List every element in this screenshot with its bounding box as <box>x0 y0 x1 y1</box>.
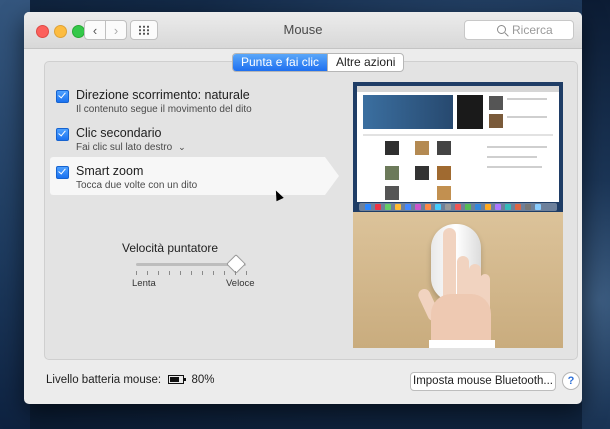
preferences-window: ‹ › Mouse Ricerca Punta e fai clic Altre… <box>24 12 582 404</box>
option-title: Smart zoom <box>76 164 144 178</box>
scroll-direction-checkbox[interactable] <box>56 90 69 103</box>
setup-bluetooth-mouse-button[interactable]: Imposta mouse Bluetooth... <box>410 372 556 391</box>
slider-max-label: Veloce <box>226 278 255 289</box>
search-icon <box>497 25 506 34</box>
chevron-down-icon: ⌄ <box>178 142 186 152</box>
slider-min-label: Lenta <box>132 278 156 289</box>
preview-table-surface <box>353 212 563 348</box>
option-title: Clic secondario <box>76 126 162 140</box>
secondary-click-checkbox[interactable] <box>56 128 69 141</box>
tab-more-gestures[interactable]: Altre azioni <box>327 54 403 71</box>
battery-status: Livello batteria mouse: 80% <box>46 374 215 386</box>
option-subtitle: Tocca due volte con un dito <box>76 180 198 191</box>
option-subtitle: Il contenuto segue il movimento del dito <box>76 104 252 115</box>
battery-label: Livello batteria mouse: <box>46 374 162 386</box>
hand-image <box>416 228 495 348</box>
slider-ticks <box>136 271 248 275</box>
battery-icon <box>168 375 187 385</box>
smart-zoom-checkbox[interactable] <box>56 166 69 179</box>
option-secondary-click[interactable]: Clic secondario Fai clic sul lato destro… <box>56 126 316 156</box>
title-bar: ‹ › Mouse Ricerca <box>24 12 582 49</box>
gesture-preview-video <box>353 82 563 348</box>
preview-screen <box>353 82 563 212</box>
tracking-speed-label: Velocità puntatore <box>122 241 219 255</box>
search-placeholder: Ricerca <box>512 23 553 37</box>
battery-percent: 80% <box>191 374 215 386</box>
search-field[interactable]: Ricerca <box>464 20 574 40</box>
secondary-click-side: Fai clic sul lato destro <box>76 142 173 153</box>
tab-point-and-click[interactable]: Punta e fai clic <box>233 54 328 71</box>
option-subtitle-dropdown[interactable]: Fai clic sul lato destro ⌄ <box>76 142 186 153</box>
help-button[interactable]: ? <box>562 372 580 390</box>
option-scroll-direction[interactable]: Direzione scorrimento: naturale Il conte… <box>56 88 316 118</box>
desktop-background-right <box>582 0 610 429</box>
option-title: Direzione scorrimento: naturale <box>76 88 250 102</box>
tab-bar: Punta e fai clic Altre azioni <box>232 53 405 72</box>
